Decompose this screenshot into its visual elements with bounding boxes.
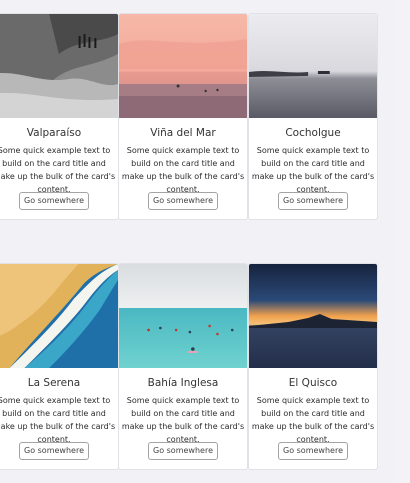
card-vina-del-mar: Viña del Mar Some quick example text to … xyxy=(118,13,248,220)
go-somewhere-button[interactable]: Go somewhere xyxy=(19,192,89,210)
card-text: Some quick example text to build on the … xyxy=(0,146,116,194)
card-title: La Serena xyxy=(27,377,81,389)
card-title: Valparaíso xyxy=(26,127,82,139)
sunset-bay-image xyxy=(249,264,377,368)
card-text: Some quick example text to build on the … xyxy=(121,146,245,194)
page-margin xyxy=(395,0,410,483)
beach-aerial-bw-image xyxy=(0,14,118,118)
card-text: Some quick example text to build on the … xyxy=(251,146,375,194)
pink-sunset-beach-image xyxy=(119,14,247,118)
go-somewhere-button[interactable]: Go somewhere xyxy=(19,442,89,460)
card-bahia-inglesa: Bahía Inglesa Some quick example text to… xyxy=(118,263,248,470)
card-title: Viña del Mar xyxy=(150,127,216,139)
card-text: Some quick example text to build on the … xyxy=(0,396,116,444)
go-somewhere-button[interactable]: Go somewhere xyxy=(148,442,218,460)
card-title: Cocholgue xyxy=(285,127,341,139)
misty-sea-image xyxy=(249,14,377,118)
go-somewhere-button[interactable]: Go somewhere xyxy=(148,192,218,210)
go-somewhere-button[interactable]: Go somewhere xyxy=(278,192,348,210)
turquoise-beach-image xyxy=(119,264,247,368)
card-cocholgue: Cocholgue Some quick example text to bui… xyxy=(248,13,378,220)
card-title: Bahía Inglesa xyxy=(147,377,219,389)
card-la-serena: La Serena Some quick example text to bui… xyxy=(0,263,119,470)
card-text: Some quick example text to build on the … xyxy=(121,396,245,444)
card-el-quisco: El Quisco Some quick example text to bui… xyxy=(248,263,378,470)
card-gallery: Valparaíso Some quick example text to bu… xyxy=(0,0,410,483)
aerial-shoreline-image xyxy=(0,264,118,368)
go-somewhere-button[interactable]: Go somewhere xyxy=(278,442,348,460)
card-title: El Quisco xyxy=(288,377,338,389)
card-text: Some quick example text to build on the … xyxy=(251,396,375,444)
card-valparaiso: Valparaíso Some quick example text to bu… xyxy=(0,13,119,220)
